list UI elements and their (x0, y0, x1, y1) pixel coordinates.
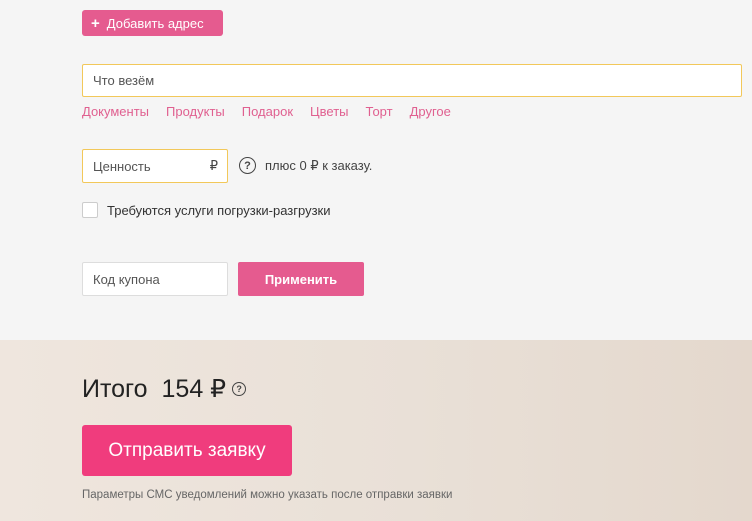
total-label: Итого (82, 374, 148, 403)
chip-documents[interactable]: Документы (82, 104, 149, 119)
coupon-input[interactable] (82, 262, 228, 296)
loading-checkbox[interactable] (82, 202, 98, 218)
total-row: Итого 154 ₽ ? (82, 374, 247, 404)
value-help-icon[interactable]: ? (239, 157, 256, 174)
loading-checkbox-label[interactable]: Требуются услуги погрузки-разгрузки (107, 203, 331, 218)
cargo-input[interactable] (82, 64, 742, 97)
plus-icon: + (91, 14, 100, 32)
sms-note: Параметры СМС уведомлений можно указать … (82, 489, 453, 501)
total-amount: 154 ₽ (161, 375, 227, 403)
chip-flowers[interactable]: Цветы (310, 104, 348, 119)
add-address-button[interactable]: + Добавить адрес (82, 10, 223, 36)
chip-gift[interactable]: Подарок (242, 104, 293, 119)
cargo-suggestions: Документы Продукты Подарок Цветы Торт Др… (82, 104, 451, 119)
total-help-icon[interactable]: ? (232, 382, 247, 396)
chip-cake[interactable]: Торт (366, 104, 393, 119)
value-input[interactable] (83, 150, 203, 182)
chip-products[interactable]: Продукты (166, 104, 225, 119)
chip-other[interactable]: Другое (410, 104, 451, 119)
value-field: ₽ (82, 149, 228, 183)
value-surcharge-text: плюс 0 ₽ к заказу. (265, 158, 373, 173)
add-address-label: Добавить адрес (106, 15, 204, 31)
ruble-icon: ₽ (209, 158, 218, 173)
submit-order-button[interactable]: Отправить заявку (82, 425, 292, 476)
apply-coupon-button[interactable]: Применить (238, 262, 364, 296)
